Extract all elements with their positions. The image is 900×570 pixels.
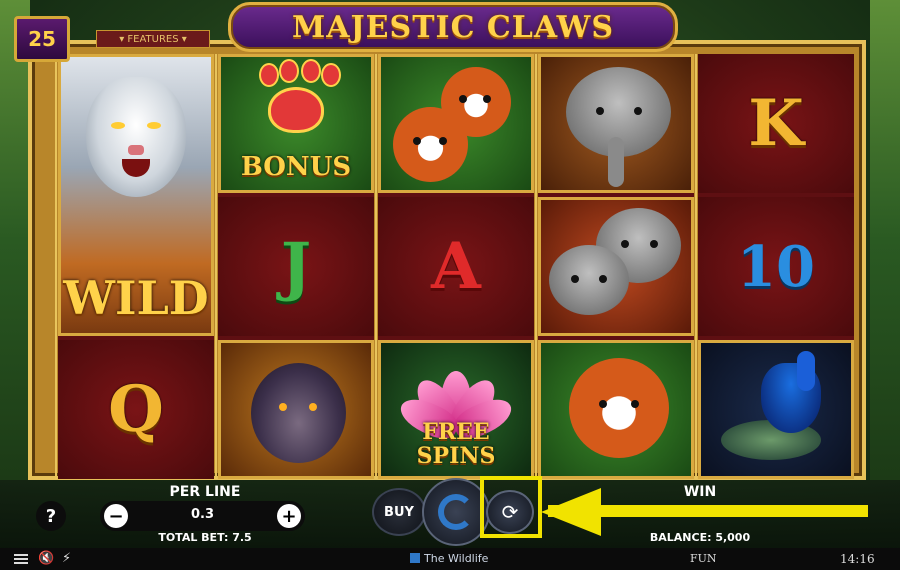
elephant-icon — [549, 245, 629, 315]
ten-symbol: 10 — [698, 197, 854, 336]
game-title-banner: MAJESTIC CLAWS — [228, 2, 678, 52]
provider-logo-icon — [410, 553, 420, 563]
j-symbol: J — [218, 197, 374, 336]
red-panda-icon — [393, 107, 468, 182]
reel-2: BONUS J — [215, 54, 374, 479]
clock: 14:16 — [840, 552, 875, 566]
autoplay-highlight — [480, 476, 542, 538]
pointer-arrow-head-icon — [541, 488, 601, 536]
elephant-symbol — [538, 54, 694, 193]
paw-icon — [268, 87, 324, 133]
system-bar: 🔇 ⚡ The Wildlife FUN 14:16 — [0, 548, 900, 570]
reel-4 — [535, 54, 694, 479]
bear-symbol — [218, 340, 374, 479]
a-symbol: A — [378, 197, 534, 336]
wild-tiger-symbol: WILD — [58, 54, 214, 336]
free-spins-symbol: FREE SPINS — [378, 340, 534, 479]
bonus-symbol: BONUS — [218, 54, 374, 193]
reel-5: K 10 — [695, 54, 854, 479]
j-letter: J — [280, 229, 312, 304]
q-letter: Q — [108, 372, 164, 447]
bonus-label: BONUS — [240, 152, 352, 182]
spin-icon — [438, 494, 474, 530]
reel-1: WILD Q — [55, 54, 214, 479]
mode-label: FUN — [690, 552, 717, 565]
elephant-pair-symbol — [538, 197, 694, 336]
free-spins-label: FREE SPINS — [416, 419, 496, 469]
reels-grid: WILD Q BONUS J A FREE SPINS K 10 — [55, 54, 854, 479]
bet-stepper: − 0.3 + — [100, 501, 305, 531]
q-symbol: Q — [58, 340, 214, 479]
ten-number: 10 — [737, 233, 815, 300]
game-title: MAJESTIC CLAWS — [292, 9, 614, 45]
features-tab[interactable]: ▾ FEATURES ▾ — [96, 30, 210, 48]
balance: BALANCE: 5,000 — [649, 531, 751, 544]
wild-label: WILD — [63, 271, 209, 325]
menu-icon[interactable] — [14, 554, 28, 564]
k-symbol: K — [698, 54, 854, 193]
win-label: WIN — [683, 484, 717, 500]
turbo-icon[interactable]: ⚡ — [62, 551, 71, 566]
jungle-background-left — [0, 0, 30, 480]
provider-branding: The Wildlife — [410, 552, 488, 565]
per-line-value: 0.3 — [190, 507, 215, 522]
per-line-label: PER LINE — [169, 484, 241, 500]
peacock-symbol — [698, 340, 854, 479]
reel-3: A FREE SPINS — [375, 54, 534, 479]
red-panda-icon — [569, 358, 669, 458]
increase-bet-button[interactable]: + — [277, 504, 301, 528]
paylines-count: 25 — [28, 27, 56, 51]
help-button[interactable]: ? — [36, 501, 66, 531]
tiger-icon — [86, 77, 186, 197]
paylines-badge: 25 — [14, 16, 70, 62]
provider-name: The Wildlife — [424, 552, 489, 565]
red-panda-symbol — [538, 340, 694, 479]
buy-feature-button[interactable]: BUY — [372, 488, 426, 536]
red-panda-pair-symbol — [378, 54, 534, 193]
total-bet: TOTAL BET: 7.5 — [158, 531, 252, 544]
a-letter: A — [431, 229, 481, 304]
k-letter: K — [748, 86, 804, 161]
bear-icon — [251, 363, 346, 463]
sound-muted-icon[interactable]: 🔇 — [38, 551, 54, 566]
jungle-background-right — [870, 0, 900, 480]
